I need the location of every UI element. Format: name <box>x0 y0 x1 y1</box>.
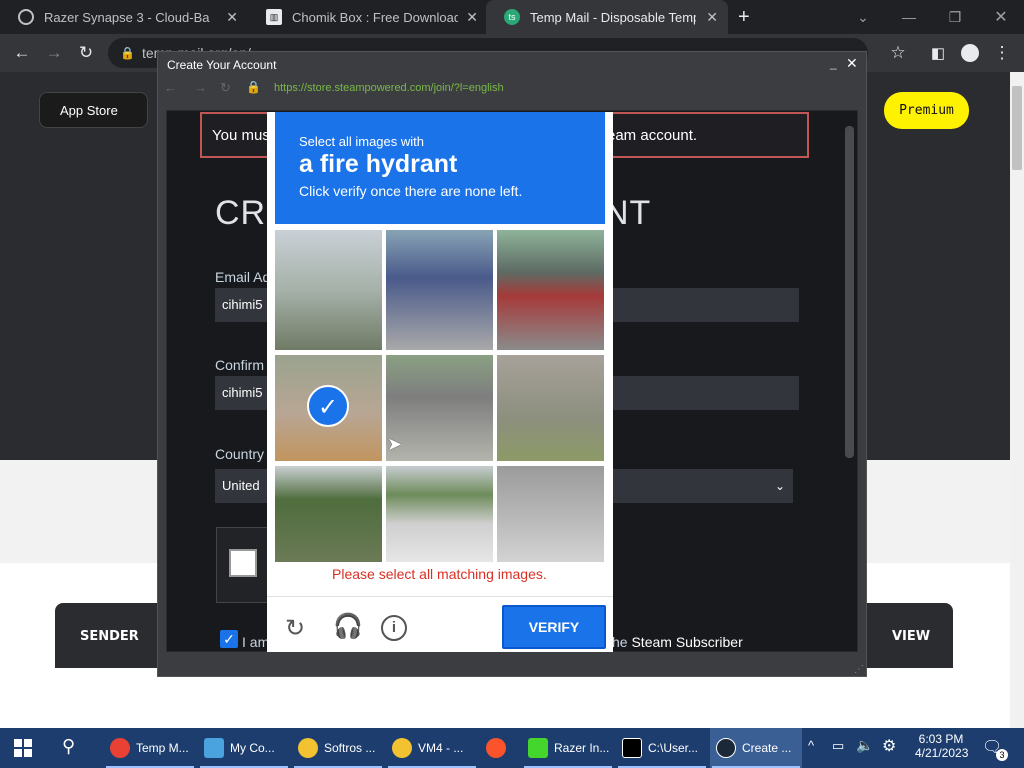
verify-button[interactable]: VERIFY <box>502 605 606 649</box>
recaptcha-checkbox[interactable] <box>229 549 257 577</box>
popup-reload-icon[interactable]: ↻ <box>220 80 231 96</box>
captcha-tile[interactable] <box>275 466 382 562</box>
popup-url-bar: ← → ↻ 🔒 <box>158 77 866 101</box>
confirm-email-field[interactable]: cihimi5 <box>215 376 267 410</box>
steam-scrollbar[interactable] <box>845 126 854 458</box>
taskbar-7zip[interactable]: C:\User... <box>616 728 708 768</box>
country-select[interactable]: United <box>215 469 267 503</box>
taskbar-razer[interactable]: Razer In... <box>522 728 614 768</box>
confirm-email-field-right[interactable] <box>604 376 799 410</box>
tab-razer[interactable]: Razer Synapse 3 - Cloud-Based H ✕ <box>0 0 248 34</box>
bookmark-star-icon[interactable]: ☆ <box>882 34 914 72</box>
clock[interactable]: 6:03 PM 4/21/2023 <box>915 732 968 760</box>
captcha-tile[interactable] <box>275 230 382 350</box>
network-icon[interactable]: ▭ <box>832 738 844 754</box>
captcha-tile[interactable] <box>497 230 604 350</box>
forward-icon[interactable]: → <box>38 34 70 72</box>
steam-icon <box>716 738 736 758</box>
windows-start-icon[interactable] <box>14 739 32 757</box>
search-icon[interactable]: ⚲ <box>62 736 75 757</box>
page-scrollbar[interactable] <box>1010 72 1024 728</box>
email-field-right[interactable] <box>604 288 799 322</box>
chevron-down-icon: ⌄ <box>774 479 785 493</box>
captcha-header: Select all images with a fire hydrant Cl… <box>275 112 605 224</box>
reload-icon[interactable]: ↻ <box>70 34 102 72</box>
notification-badge: 3 <box>996 749 1008 761</box>
email-field[interactable]: cihimi5 <box>215 288 267 322</box>
premium-button[interactable]: Premium <box>884 92 969 129</box>
restore-icon[interactable]: ❐ <box>932 0 978 34</box>
lock-icon: 🔒 <box>120 46 135 60</box>
menu-icon[interactable]: ⋮ <box>986 34 1018 72</box>
mouse-cursor-icon: ➤ <box>387 434 403 454</box>
captcha-tile[interactable]: ✓ <box>275 355 382 461</box>
computer-icon <box>204 738 224 758</box>
confirm-email-label: Confirm <box>215 357 265 373</box>
close-window-icon[interactable]: ✕ <box>978 0 1024 34</box>
side-panel-icon[interactable]: ◧ <box>922 34 954 72</box>
profile-icon[interactable] <box>954 34 986 72</box>
taskbar-chrome[interactable]: Temp M... <box>104 728 196 768</box>
captcha-target: a fire hydrant <box>299 150 458 178</box>
tab-tempmail[interactable]: ts Temp Mail - Disposable Tempora ✕ <box>486 0 728 34</box>
taskbar-brave[interactable] <box>480 728 520 768</box>
back-icon[interactable]: ← <box>6 34 38 72</box>
popup-lock-icon: 🔒 <box>246 80 261 94</box>
7zip-icon <box>622 738 642 758</box>
archive-icon: ▥ <box>266 9 282 25</box>
captcha-tile[interactable] <box>386 230 493 350</box>
captcha-tile[interactable] <box>497 355 604 461</box>
resize-grip-icon[interactable]: ⋰ <box>854 664 864 675</box>
info-icon[interactable]: i <box>381 615 407 641</box>
razer-icon <box>528 738 548 758</box>
audio-headphones-icon[interactable]: 🎧 <box>333 612 363 641</box>
new-tab-button[interactable]: + <box>738 6 750 29</box>
selected-check-icon: ✓ <box>307 385 349 427</box>
captcha-error: Please select all matching images. <box>332 566 547 582</box>
country-select-right[interactable]: ⌄ <box>604 469 793 503</box>
app-store-button[interactable]: App Store <box>39 92 148 128</box>
popup-close-icon[interactable]: ✕ <box>846 55 858 72</box>
minimize-icon[interactable]: — <box>886 0 932 34</box>
popup-back-icon[interactable]: ← <box>164 80 177 95</box>
email-label: Email Ad <box>215 269 271 285</box>
close-tab-icon[interactable]: ✕ <box>706 9 718 26</box>
chat-icon <box>298 738 318 758</box>
popup-minimize-icon[interactable]: _ <box>830 56 837 70</box>
popup-title: Create Your Account <box>167 58 277 72</box>
volume-icon[interactable]: 🔈 <box>856 737 873 754</box>
close-tab-icon[interactable]: ✕ <box>226 9 238 26</box>
tempmail-icon: ts <box>504 9 520 25</box>
agree-checkbox[interactable]: ✓ <box>220 630 238 648</box>
reload-captcha-icon[interactable]: ↻ <box>285 614 305 643</box>
taskbar-vm4[interactable]: VM4 - ... <box>386 728 478 768</box>
taskbar-softros[interactable]: Softros ... <box>292 728 384 768</box>
captcha-tile[interactable] <box>386 466 493 562</box>
scrollbar-thumb[interactable] <box>1012 86 1022 170</box>
chrome-icon <box>110 738 130 758</box>
popup-forward-icon[interactable]: → <box>194 80 207 95</box>
view-column: VIEW <box>892 629 931 644</box>
settings-gear-icon[interactable]: ⚙ <box>882 736 896 756</box>
chat-icon <box>392 738 412 758</box>
taskbar-my-computer[interactable]: My Co... <box>198 728 290 768</box>
agree-text-right: he Steam Subscriber <box>612 634 743 650</box>
captcha-divider <box>267 596 613 597</box>
captcha-tile[interactable] <box>497 466 604 562</box>
taskbar-steam[interactable]: Create ... <box>710 728 802 768</box>
brave-icon <box>486 738 506 758</box>
agree-text: I am <box>242 634 270 650</box>
tab-search-icon[interactable]: ⌄ <box>840 0 886 34</box>
tab-chomik[interactable]: ▥ Chomik Box : Free Download, Bo ✕ <box>248 0 488 34</box>
globe-icon <box>18 9 34 25</box>
sender-column: SENDER <box>80 629 139 644</box>
tray-chevron-icon[interactable]: ^ <box>808 738 814 753</box>
country-label: Country <box>215 446 265 462</box>
popup-url: https://store.steampowered.com/join/?l=e… <box>274 82 504 94</box>
close-tab-icon[interactable]: ✕ <box>466 9 478 26</box>
